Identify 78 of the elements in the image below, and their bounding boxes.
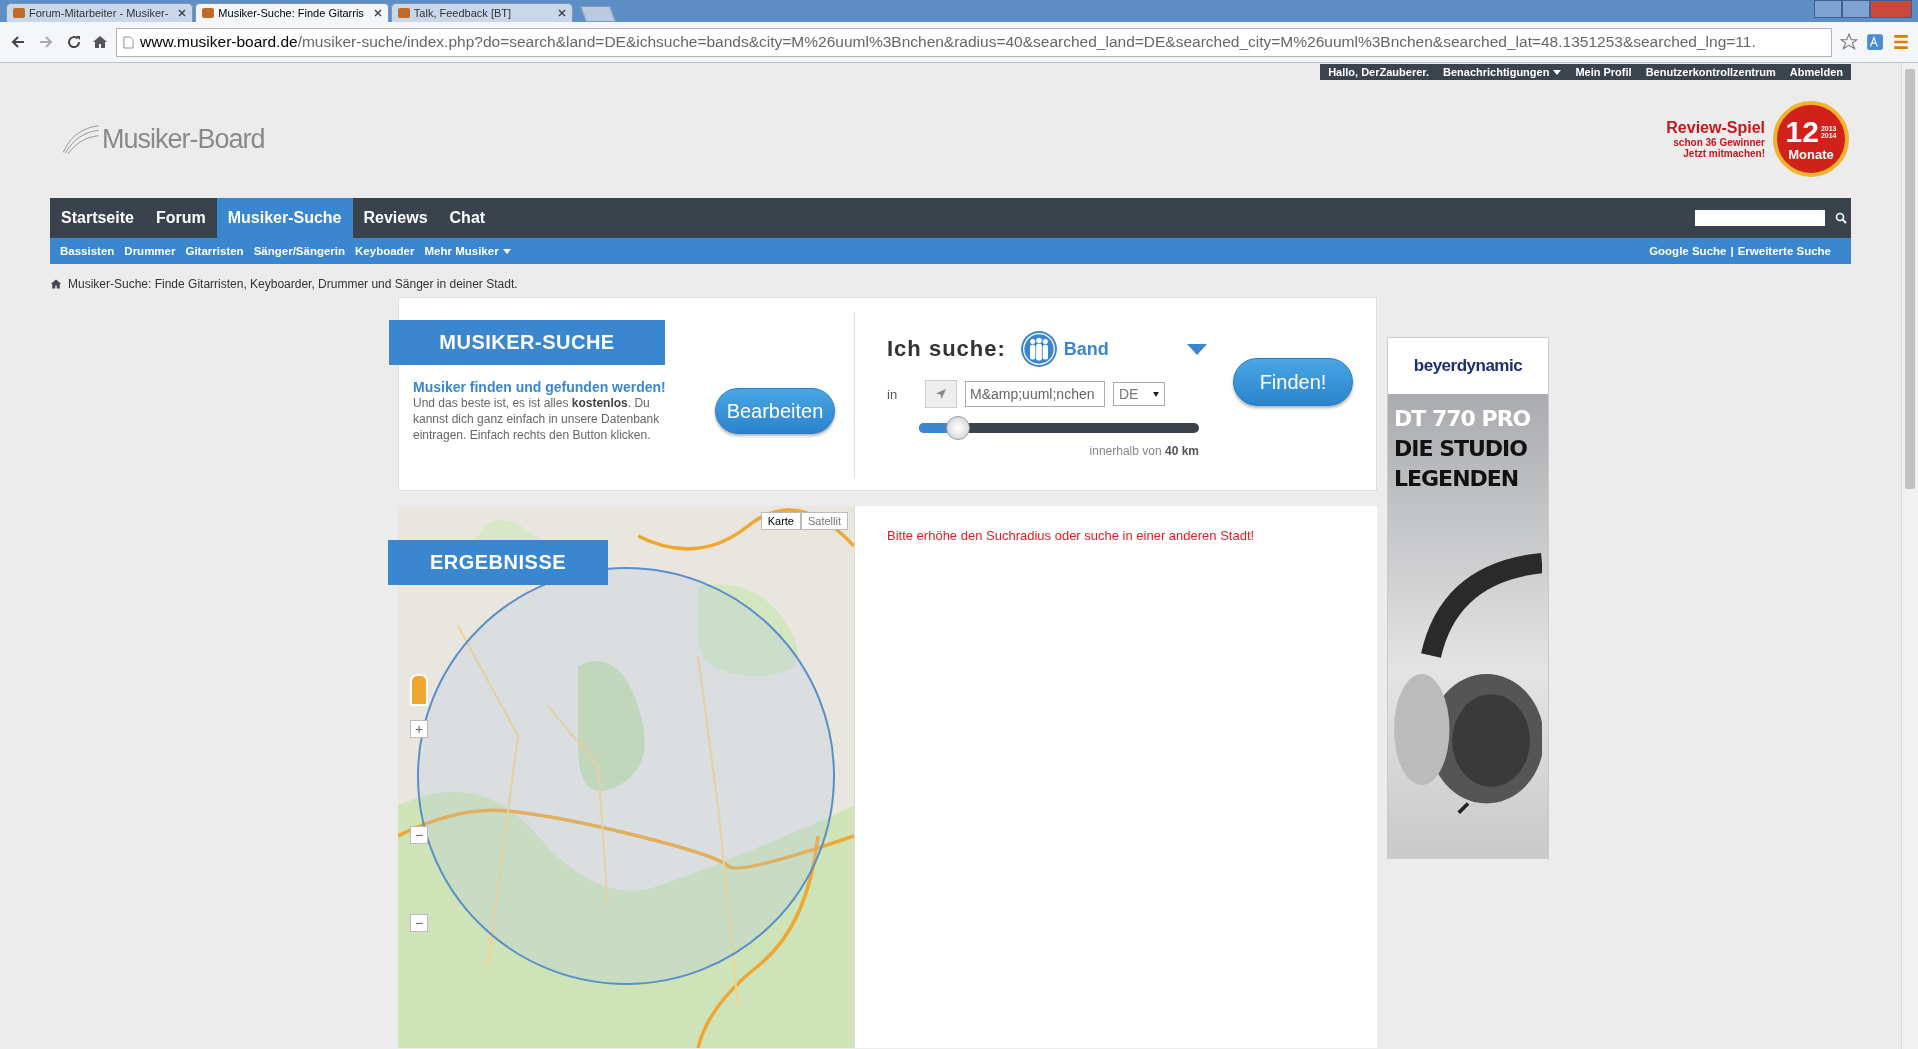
promo-title: Review-Spiel [1666, 119, 1765, 137]
user-menu-link[interactable]: Mein Profil [1575, 66, 1632, 78]
intro-text: Und das beste ist, es ist alles kostenlos. Du kannst dich ganz einfach in unsere Datenbank eintragen. Einfach rechts den Button klicken. [413, 395, 661, 443]
user-menu-link[interactable]: Benutzerkontrollzentrum [1645, 66, 1776, 78]
user-menu-link[interactable]: Abmelden [1789, 66, 1843, 78]
sub-nav-link[interactable]: Bassisten [60, 245, 115, 257]
slider-track[interactable] [919, 423, 1199, 433]
home-icon[interactable] [50, 278, 62, 290]
in-label: in [887, 386, 899, 402]
sub-nav-link[interactable]: Erweiterte Suche [1737, 245, 1831, 257]
ad-headline: DIE STUDIO [1394, 435, 1528, 463]
person-icon[interactable] [410, 674, 428, 706]
nav-tab[interactable]: Startseite [50, 198, 145, 238]
map-type-button[interactable]: Satellit [800, 512, 848, 530]
separator-text: | [1730, 245, 1734, 257]
city-field[interactable]: M&amp;uuml;nchen [965, 381, 1105, 407]
sub-nav-link[interactable]: Keyboader [355, 245, 415, 257]
browser-tab[interactable]: Talk, Feedback [BT] [390, 3, 573, 22]
back-icon[interactable] [10, 34, 26, 50]
ad-banner[interactable]: beyerdynamic DT 770 PRO DIE STUDIO LEGENDEN [1387, 337, 1549, 859]
caret-icon[interactable] [1153, 391, 1159, 397]
favicon-icon [397, 8, 410, 18]
caret-icon[interactable] [1553, 69, 1562, 75]
forward-icon[interactable] [38, 34, 54, 50]
reload-icon[interactable] [66, 34, 82, 50]
menu-icon[interactable] [1892, 33, 1910, 51]
star-icon[interactable] [1840, 33, 1858, 51]
radius-reading: innerhalb von 40 km [1088, 444, 1200, 458]
new-tab-button[interactable] [579, 6, 616, 22]
translate-icon[interactable] [1866, 33, 1884, 51]
zoom-out-button[interactable]: − [410, 914, 428, 932]
browser-tab[interactable]: Musiker-Suche: Finde Gitarris [195, 3, 389, 22]
browser-tab[interactable]: Forum-Mitarbeiter - Musiker- [6, 3, 194, 22]
nav-tab[interactable]: Chat [438, 198, 497, 238]
favicon-icon [13, 8, 25, 18]
greeting-text: Hallo, DerZauberer. [1328, 66, 1430, 78]
error-message: Bitte erhöhe den Suchradius oder suche in einer anderen Stadt! [887, 528, 1256, 543]
user-menu-link[interactable]: Benachrichtigungen [1443, 66, 1562, 78]
promo-text: schon 36 Gewinner [1672, 137, 1765, 148]
sub-nav-link[interactable]: Gitarristen [185, 245, 244, 257]
promo-text: Jetzt mitmachen! [1682, 148, 1765, 159]
zoom-in-button[interactable]: + [410, 720, 428, 738]
people-group-icon [1019, 330, 1058, 368]
map-type-button[interactable]: Karte [760, 512, 801, 530]
sub-nav-link[interactable]: Google Suche [1649, 245, 1727, 257]
scrollbar[interactable] [1901, 63, 1918, 1049]
search-field[interactable] [1695, 210, 1825, 226]
search-label: Ich suche: [887, 336, 1006, 362]
intro-title: Musiker finden und gefunden werden! [413, 379, 667, 395]
find-button[interactable]: Finden! [1233, 358, 1353, 406]
nav-tab[interactable]: Musiker-Suche [216, 198, 353, 238]
badge-number: 12 [1785, 116, 1819, 147]
sub-nav-link[interactable]: Sänger/Sängerin [253, 245, 346, 257]
slider-thumb[interactable] [946, 416, 971, 440]
home-icon[interactable] [92, 34, 108, 50]
sub-nav-link[interactable]: Drummer [124, 245, 176, 257]
ad-headline: LEGENDEN [1394, 465, 1520, 493]
nav-tab[interactable]: Reviews [352, 198, 439, 238]
section-heading: ERGEBNISSE [388, 540, 608, 585]
page-icon [123, 35, 134, 49]
favicon-icon [202, 8, 215, 18]
nav-tab[interactable]: Forum [144, 198, 217, 238]
zoom-slider-handle[interactable]: − [410, 826, 428, 844]
url-text: www.musiker-board.de/musiker-suche/index.php?do=search&land=DE&ichsuche=bands&city=M%26uuml%3Bnchen&radius=40&searched_land=DE&searched_city=M%26uuml%3Bnchen&searched_lat=48.1351253&searched_lng=11. [140, 33, 1756, 51]
scroll-thumb[interactable] [1905, 69, 1915, 489]
brand-logo-text: beyerdynamic [1412, 355, 1524, 377]
location-arrow-icon[interactable] [935, 388, 947, 400]
country-dropdown[interactable]: DE [1113, 382, 1165, 406]
address-bar[interactable]: www.musiker-board.de/musiker-suche/index.php?do=search&land=DE&ichsuche=bands&city=M%26uuml%3Bnchen&radius=40&searched_land=DE&searched_city=M%26uuml%3Bnchen&searched_lat=48.1351253&searched_lng=11. [116, 27, 1832, 57]
sub-nav-link[interactable]: Mehr Musiker [424, 245, 511, 257]
locate-button[interactable] [925, 380, 957, 408]
search-icon[interactable] [1835, 212, 1847, 224]
badge-label: Monate [1788, 146, 1834, 162]
section-heading: MUSIKER-SUCHE [389, 320, 665, 365]
ad-headline: DT 770 PRO [1394, 405, 1532, 433]
type-dropdown[interactable]: Band [1019, 330, 1207, 368]
edit-button[interactable]: Bearbeiten [715, 388, 835, 434]
breadcrumb-text: Musiker-Suche: Finde Gitarristen, Keyboarder, Drummer und Sänger in deiner Stadt. [68, 277, 518, 291]
